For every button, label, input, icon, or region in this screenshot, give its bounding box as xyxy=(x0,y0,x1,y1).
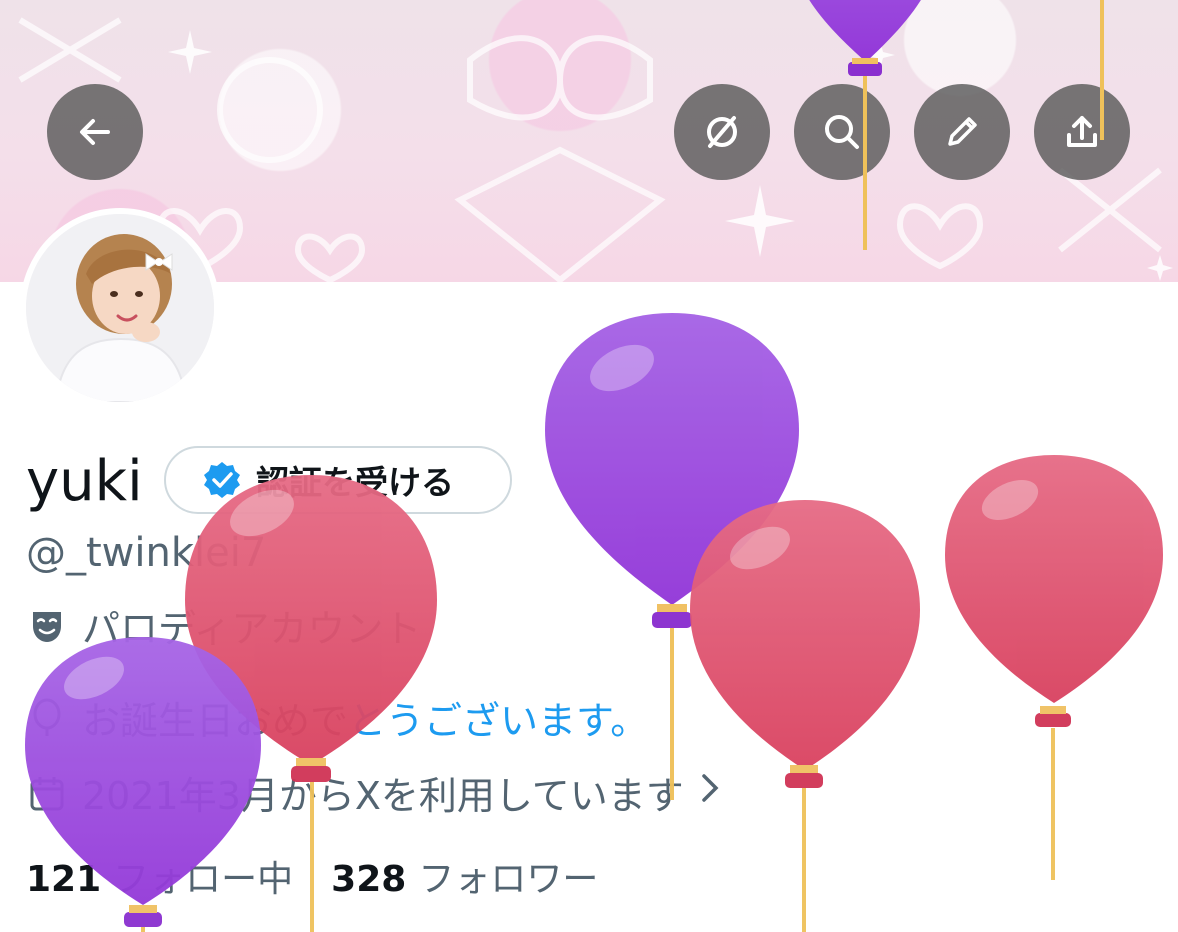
search-button[interactable] xyxy=(794,84,890,180)
parody-label-row: パロディアカウント xyxy=(26,598,421,653)
bio-row: お誕生日おめで とうございます。 xyxy=(26,690,648,745)
followers-count: 328 xyxy=(331,859,407,900)
pencil-icon xyxy=(948,117,977,146)
following-link[interactable]: 121 フォロー中 xyxy=(26,850,293,902)
avatar-image xyxy=(26,214,214,402)
joined-date-text: 2021年3月からXを利用しています xyxy=(82,774,684,818)
arrow-left-icon xyxy=(80,119,110,145)
following-label: フォロー中 xyxy=(113,859,294,900)
chevron-right-icon xyxy=(698,770,722,815)
bio-link[interactable]: とうございます。 xyxy=(348,690,648,745)
get-verified-button[interactable]: 認証を受ける xyxy=(164,446,512,514)
calendar-icon xyxy=(26,772,68,814)
avatar[interactable] xyxy=(20,208,220,408)
followers-label: フォロワー xyxy=(418,859,599,900)
grok-slash-icon xyxy=(707,116,737,148)
share-icon xyxy=(1067,116,1097,147)
get-verified-label: 認証を受ける xyxy=(256,463,454,502)
parody-account-label: パロディアカウント xyxy=(82,607,422,651)
verified-badge-icon xyxy=(204,462,240,498)
search-icon xyxy=(825,115,859,149)
bio-text: お誕生日おめで xyxy=(82,699,349,743)
grok-button[interactable] xyxy=(674,84,770,180)
share-button[interactable] xyxy=(1034,84,1130,180)
edit-button[interactable] xyxy=(914,84,1010,180)
followers-link[interactable]: 328 フォロワー xyxy=(331,850,598,902)
joined-row[interactable]: 2021年3月からXを利用しています xyxy=(26,765,722,820)
balloon-icon xyxy=(26,697,68,739)
display-name: yuki xyxy=(26,449,143,514)
theater-masks-icon xyxy=(26,605,68,647)
balloon-pink-right xyxy=(945,455,1163,880)
back-button[interactable] xyxy=(47,84,143,180)
user-handle: @_twinklei7 xyxy=(26,530,267,576)
follow-stats: 121 フォロー中 328 フォロワー xyxy=(26,850,598,902)
following-count: 121 xyxy=(26,859,102,900)
balloon-pink-center xyxy=(690,500,920,932)
